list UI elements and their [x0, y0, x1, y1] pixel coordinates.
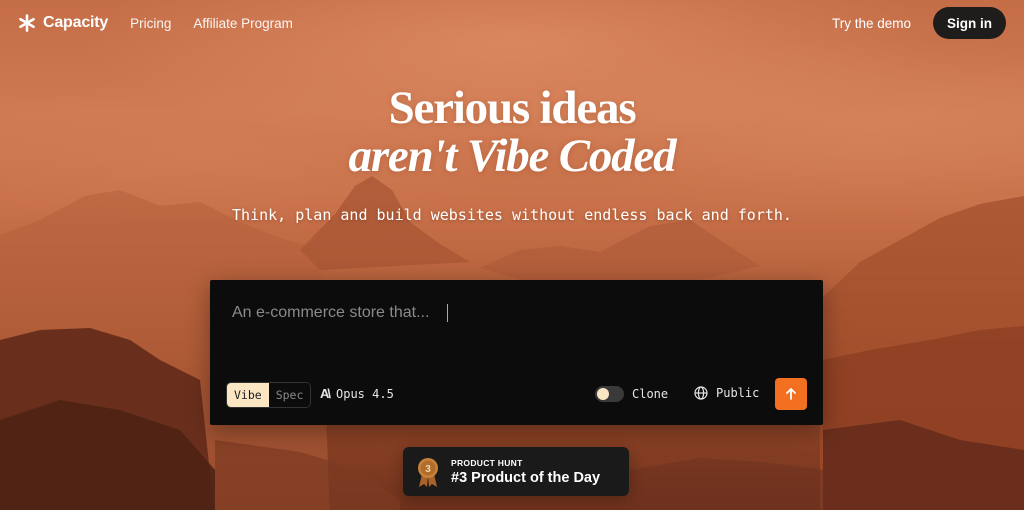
hero-title-line-2: aren't Vibe Coded	[348, 130, 677, 182]
sign-in-button[interactable]: Sign in	[933, 7, 1006, 39]
mode-option-spec[interactable]: Spec	[268, 383, 311, 407]
nav-link-pricing[interactable]: Pricing	[130, 16, 171, 31]
globe-icon	[694, 386, 708, 400]
model-name: Opus 4.5	[336, 386, 394, 401]
clone-toggle[interactable]: Clone	[595, 386, 668, 402]
asterisk-logo-icon	[19, 14, 35, 32]
mode-option-vibe[interactable]: Vibe	[227, 383, 269, 407]
mode-toggle: Vibe Spec	[226, 382, 312, 408]
nav-link-affiliate-program[interactable]: Affiliate Program	[193, 16, 293, 31]
mountain-landscape	[0, 176, 1024, 510]
submit-button[interactable]	[775, 378, 807, 410]
hero-title: Serious ideas aren't Vibe Coded	[0, 84, 1024, 180]
visibility-label: Public	[716, 386, 760, 400]
visibility-selector[interactable]: Public	[694, 386, 759, 400]
medal-icon: 3	[418, 457, 438, 487]
arrow-up-icon	[786, 388, 796, 400]
brand-logo[interactable]: Capacity	[18, 14, 108, 32]
top-nav: Capacity Pricing Affiliate Program Try t…	[0, 0, 1024, 46]
switch-knob	[597, 388, 609, 400]
badge-text: PRODUCT HUNT #3 Product of the Day	[451, 458, 600, 486]
product-hunt-badge[interactable]: 3 PRODUCT HUNT #3 Product of the Day	[403, 447, 629, 496]
hero-title-line-1: Serious ideas	[388, 82, 637, 134]
brand-name: Capacity	[43, 14, 109, 31]
hero-subtitle: Think, plan and build websites without e…	[232, 206, 792, 224]
clone-label: Clone	[632, 387, 669, 401]
medal-rank: 3	[425, 464, 431, 475]
model-selector[interactable]: A\ Opus 4.5	[320, 386, 394, 401]
try-demo-link[interactable]: Try the demo	[832, 16, 911, 31]
badge-title: #3 Product of the Day	[451, 469, 601, 486]
badge-kicker: PRODUCT HUNT	[451, 457, 523, 468]
prompt-box: Vibe Spec A\ Opus 4.5 Clone Public	[210, 280, 823, 425]
anthropic-icon: A\	[320, 386, 331, 401]
prompt-input[interactable]	[232, 302, 802, 324]
clone-switch[interactable]	[595, 386, 624, 402]
text-caret	[447, 304, 448, 322]
